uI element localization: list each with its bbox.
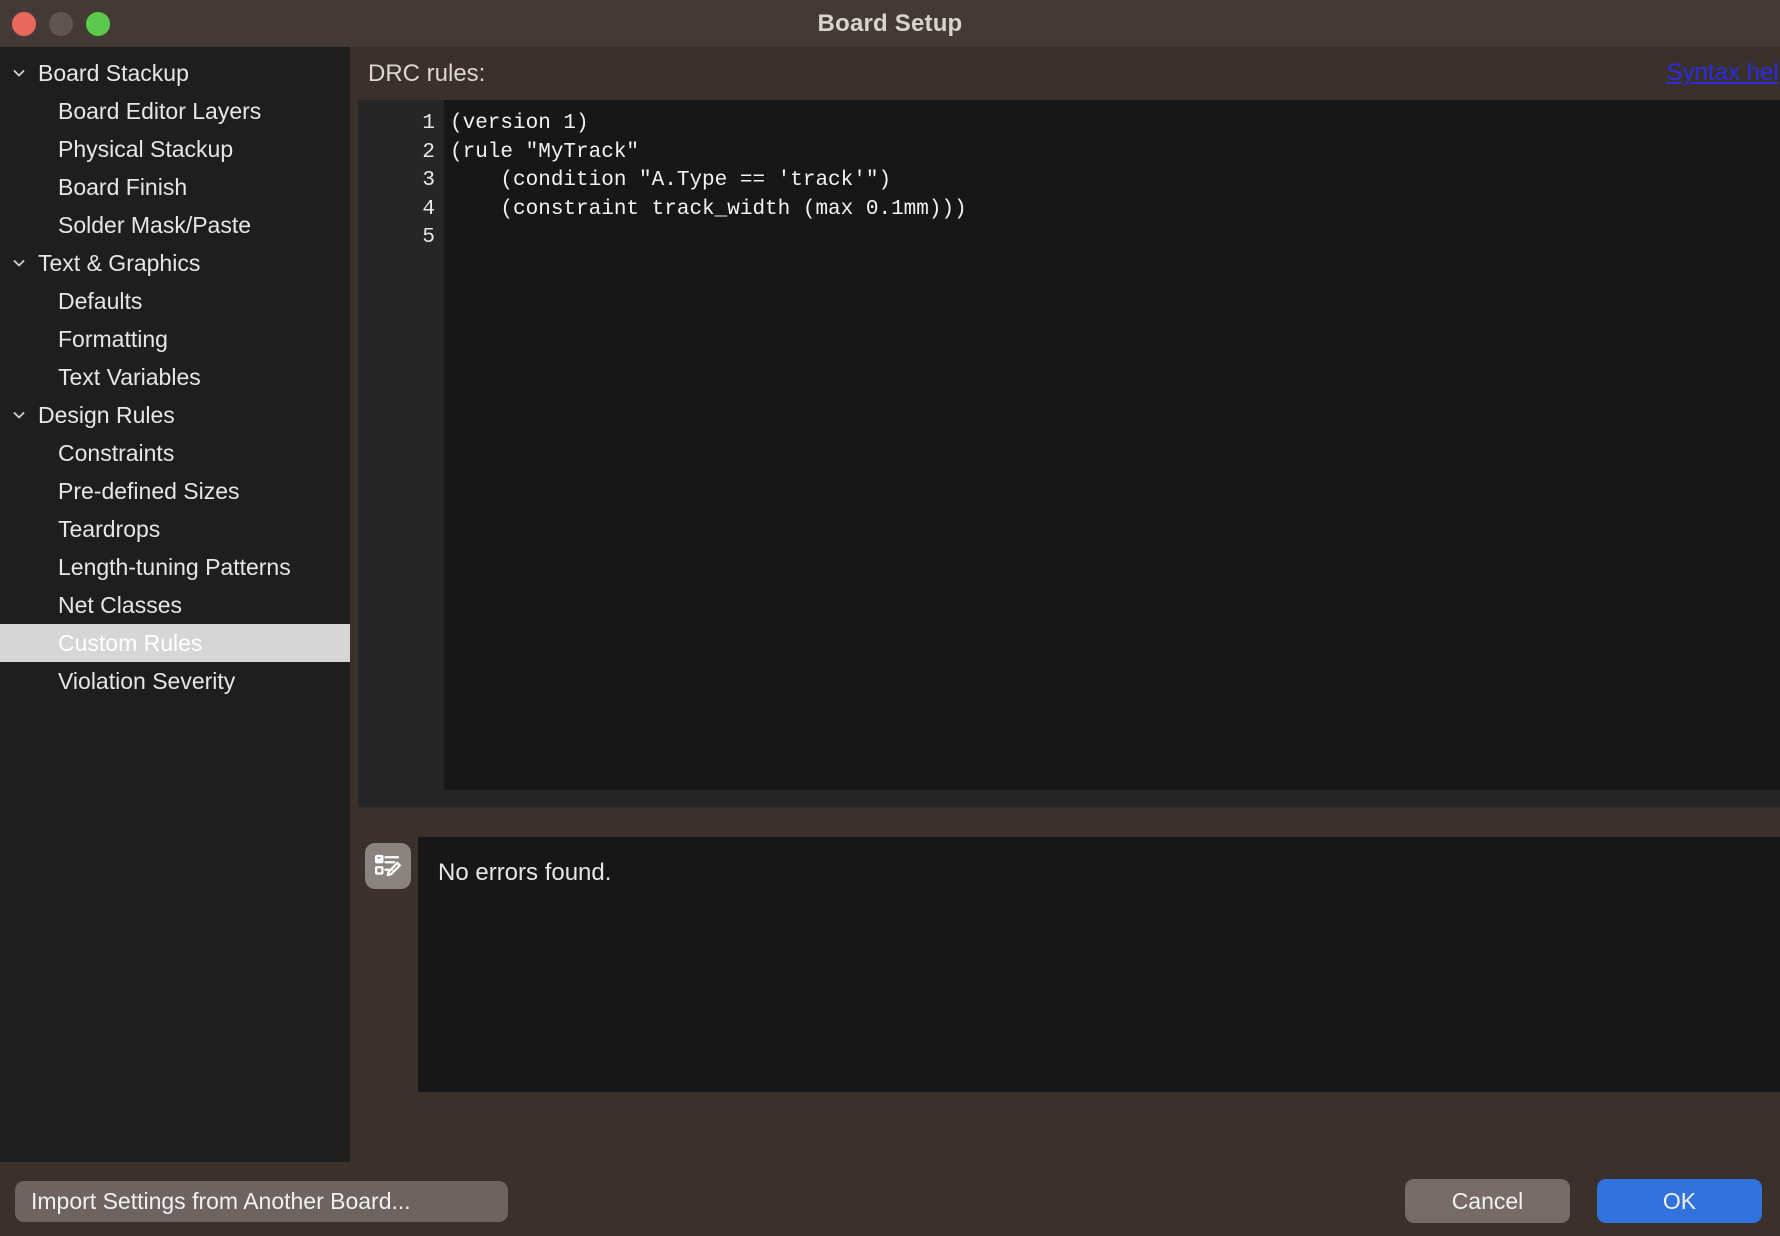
sidebar-item-pre-defined-sizes[interactable]: Pre-defined Sizes xyxy=(0,472,350,510)
chevron-down-icon[interactable] xyxy=(0,407,38,423)
sidebar-item-design-rules[interactable]: Design Rules xyxy=(0,396,350,434)
sidebar-item-constraints[interactable]: Constraints xyxy=(0,434,350,472)
minimize-button[interactable] xyxy=(49,11,73,36)
sidebar-item-net-classes[interactable]: Net Classes xyxy=(0,586,350,624)
sidebar-item-label: Violation Severity xyxy=(58,667,236,694)
code-line[interactable]: (constraint track_width (max 0.1mm))) xyxy=(450,196,1780,225)
sidebar-item-custom-rules[interactable]: Custom Rules xyxy=(0,624,350,662)
close-button[interactable] xyxy=(12,11,36,36)
maximize-button[interactable] xyxy=(86,11,110,36)
sidebar-item-label: Board Stackup xyxy=(38,59,189,86)
sidebar-item-label: Defaults xyxy=(58,287,143,314)
ok-button[interactable]: OK xyxy=(1597,1179,1762,1223)
dialog-body: Board Stackup Board Editor Layers Physical… xyxy=(0,47,1780,1162)
drc-rules-label: DRC rules: xyxy=(368,59,486,87)
sidebar-item-teardrops[interactable]: Teardrops xyxy=(0,510,350,548)
sidebar-item-label: Teardrops xyxy=(58,515,161,542)
code-line[interactable]: (version 1) xyxy=(450,110,1780,139)
dialog-footer: Import Settings from Another Board... Ca… xyxy=(0,1162,1780,1236)
sidebar-item-label: Pre-defined Sizes xyxy=(58,477,240,504)
sidebar-item-label: Board Editor Layers xyxy=(58,97,262,124)
import-settings-button[interactable]: Import Settings from Another Board... xyxy=(15,1181,508,1222)
chevron-down-icon[interactable] xyxy=(0,65,38,81)
sidebar-item-label: Length-tuning Patterns xyxy=(58,553,291,580)
sidebar-item-label: Constraints xyxy=(58,439,175,466)
sidebar-item-label: Text Variables xyxy=(58,363,201,390)
settings-sidebar[interactable]: Board Stackup Board Editor Layers Physical… xyxy=(0,47,350,1162)
sidebar-item-label: Text & Graphics xyxy=(38,249,201,276)
status-row: No errors found. xyxy=(358,837,1780,1092)
editor-horizontal-scrollbar[interactable] xyxy=(358,790,1780,807)
sidebar-item-label: Formatting xyxy=(58,325,168,352)
sidebar-item-text-graphics[interactable]: Text & Graphics xyxy=(0,244,350,282)
status-icon-column xyxy=(358,837,418,1092)
status-message: No errors found. xyxy=(438,859,612,886)
code-line[interactable]: (rule "MyTrack" xyxy=(450,139,1780,168)
drc-rules-editor[interactable]: 1 2 3 4 5 (version 1) (rule "MyTrack" (condit… xyxy=(358,100,1780,790)
sidebar-item-physical-stackup[interactable]: Physical Stackup xyxy=(0,130,350,168)
sidebar-item-length-tuning-patterns[interactable]: Length-tuning Patterns xyxy=(0,548,350,586)
sidebar-item-label: Net Classes xyxy=(58,591,182,618)
sidebar-item-defaults[interactable]: Defaults xyxy=(0,282,350,320)
line-number: 1 xyxy=(422,112,435,135)
window-controls xyxy=(12,11,110,36)
code-line[interactable]: (condition "A.Type == 'track'") xyxy=(450,167,1780,196)
sidebar-item-violation-severity[interactable]: Violation Severity xyxy=(0,662,350,700)
window-title: Board Setup xyxy=(817,10,963,37)
editor-code-area[interactable]: (version 1) (rule "MyTrack" (condition "A… xyxy=(444,100,1780,790)
sidebar-item-formatting[interactable]: Formatting xyxy=(0,320,350,358)
checklist-edit-icon xyxy=(365,843,411,889)
sidebar-item-label: Custom Rules xyxy=(58,629,203,656)
line-number: 4 xyxy=(422,197,435,221)
chevron-down-icon[interactable] xyxy=(0,255,38,271)
cancel-button[interactable]: Cancel xyxy=(1405,1179,1570,1223)
board-setup-dialog: Board Setup Board Stackup Board Editor La… xyxy=(0,0,1780,1236)
sidebar-item-label: Board Finish xyxy=(58,173,188,200)
sidebar-item-board-finish[interactable]: Board Finish xyxy=(0,168,350,206)
sidebar-item-solder-mask-paste[interactable]: Solder Mask/Paste xyxy=(0,206,350,244)
custom-rules-panel: DRC rules: Syntax help 1 2 3 4 5 (version 1)… xyxy=(350,47,1780,1162)
sidebar-item-board-stackup[interactable]: Board Stackup xyxy=(0,54,350,92)
line-number: 2 xyxy=(422,140,435,164)
title-bar: Board Setup xyxy=(0,0,1780,47)
sidebar-item-label: Solder Mask/Paste xyxy=(58,211,252,238)
syntax-help-link[interactable]: Syntax help xyxy=(1667,59,1780,87)
line-number: 5 xyxy=(422,226,435,250)
status-message-box: No errors found. xyxy=(418,837,1780,1092)
sidebar-item-text-variables[interactable]: Text Variables xyxy=(0,358,350,396)
line-number: 3 xyxy=(422,169,435,193)
sidebar-item-label: Physical Stackup xyxy=(58,135,234,162)
drc-header: DRC rules: Syntax help xyxy=(350,47,1780,100)
sidebar-item-label: Design Rules xyxy=(38,401,175,428)
sidebar-item-board-editor-layers[interactable]: Board Editor Layers xyxy=(0,92,350,130)
editor-line-numbers: 1 2 3 4 5 xyxy=(358,100,444,790)
